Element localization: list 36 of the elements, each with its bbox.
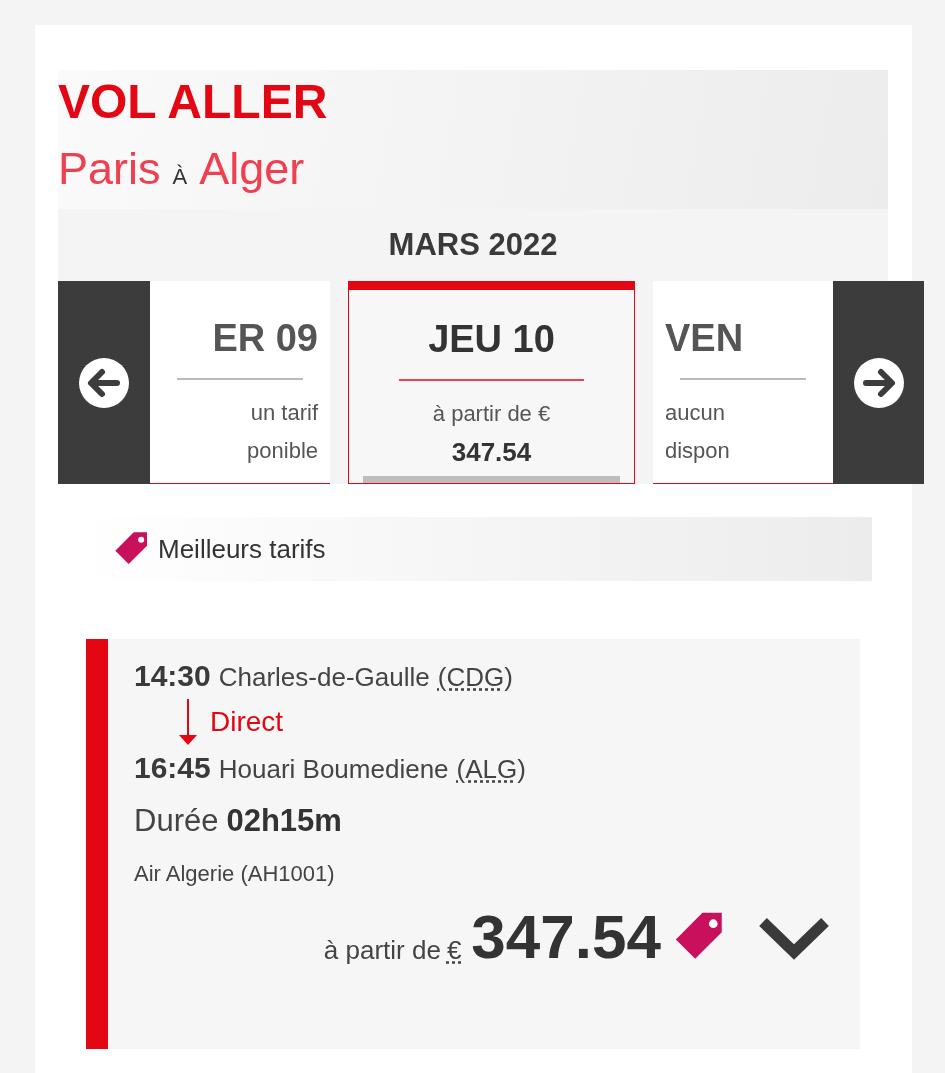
best-fares-label: Meilleurs tarifs (158, 533, 326, 565)
availability-text: aucun (664, 399, 726, 427)
day-label: JEU 10 (427, 318, 556, 361)
route-connector: À (172, 164, 188, 190)
arrival-time: 16:45 (134, 751, 211, 785)
month-label: MARS 2022 (58, 209, 888, 281)
date-tab[interactable]: JEU 10 à partir de € 347.54 (348, 281, 635, 484)
price-value: 347.54 (471, 901, 661, 972)
availability-text: un tarif (249, 399, 319, 427)
departure-time: 14:30 (134, 659, 211, 693)
airport-code: (CDG) (437, 662, 513, 693)
duration-value: 02h15m (226, 803, 342, 839)
arrow-down-icon (176, 697, 200, 747)
currency-symbol: € (446, 935, 462, 967)
price-label: à partir de € (431, 400, 552, 428)
arrow-right-icon (851, 355, 906, 410)
date-tab[interactable]: ER 09 un tarif ponible (150, 281, 330, 484)
section-title: VOL ALLER (58, 74, 329, 130)
airport-name: Charles-de-Gaulle (218, 662, 430, 693)
airline-name: Air Algerie (AH1001) (134, 861, 336, 887)
availability-text: dispon (664, 437, 731, 465)
next-button[interactable] (833, 281, 924, 484)
price-label: à partir de (323, 935, 441, 967)
duration-label: Durée (134, 803, 219, 839)
stops-label: Direct (210, 706, 284, 738)
previous-button[interactable] (58, 281, 150, 484)
origin-city: Paris (58, 143, 161, 195)
day-label: VEN (664, 317, 745, 360)
arrow-left-icon (77, 355, 131, 410)
day-label: ER 09 (211, 317, 319, 360)
date-tab[interactable]: VEN aucun dispon (653, 281, 833, 484)
airport-code: (ALG) (456, 754, 526, 785)
destination-city: Alger (199, 143, 305, 195)
price-value: 347.54 (451, 436, 532, 469)
availability-text: ponible (246, 437, 319, 465)
airport-name: Houari Boumediene (218, 754, 449, 785)
